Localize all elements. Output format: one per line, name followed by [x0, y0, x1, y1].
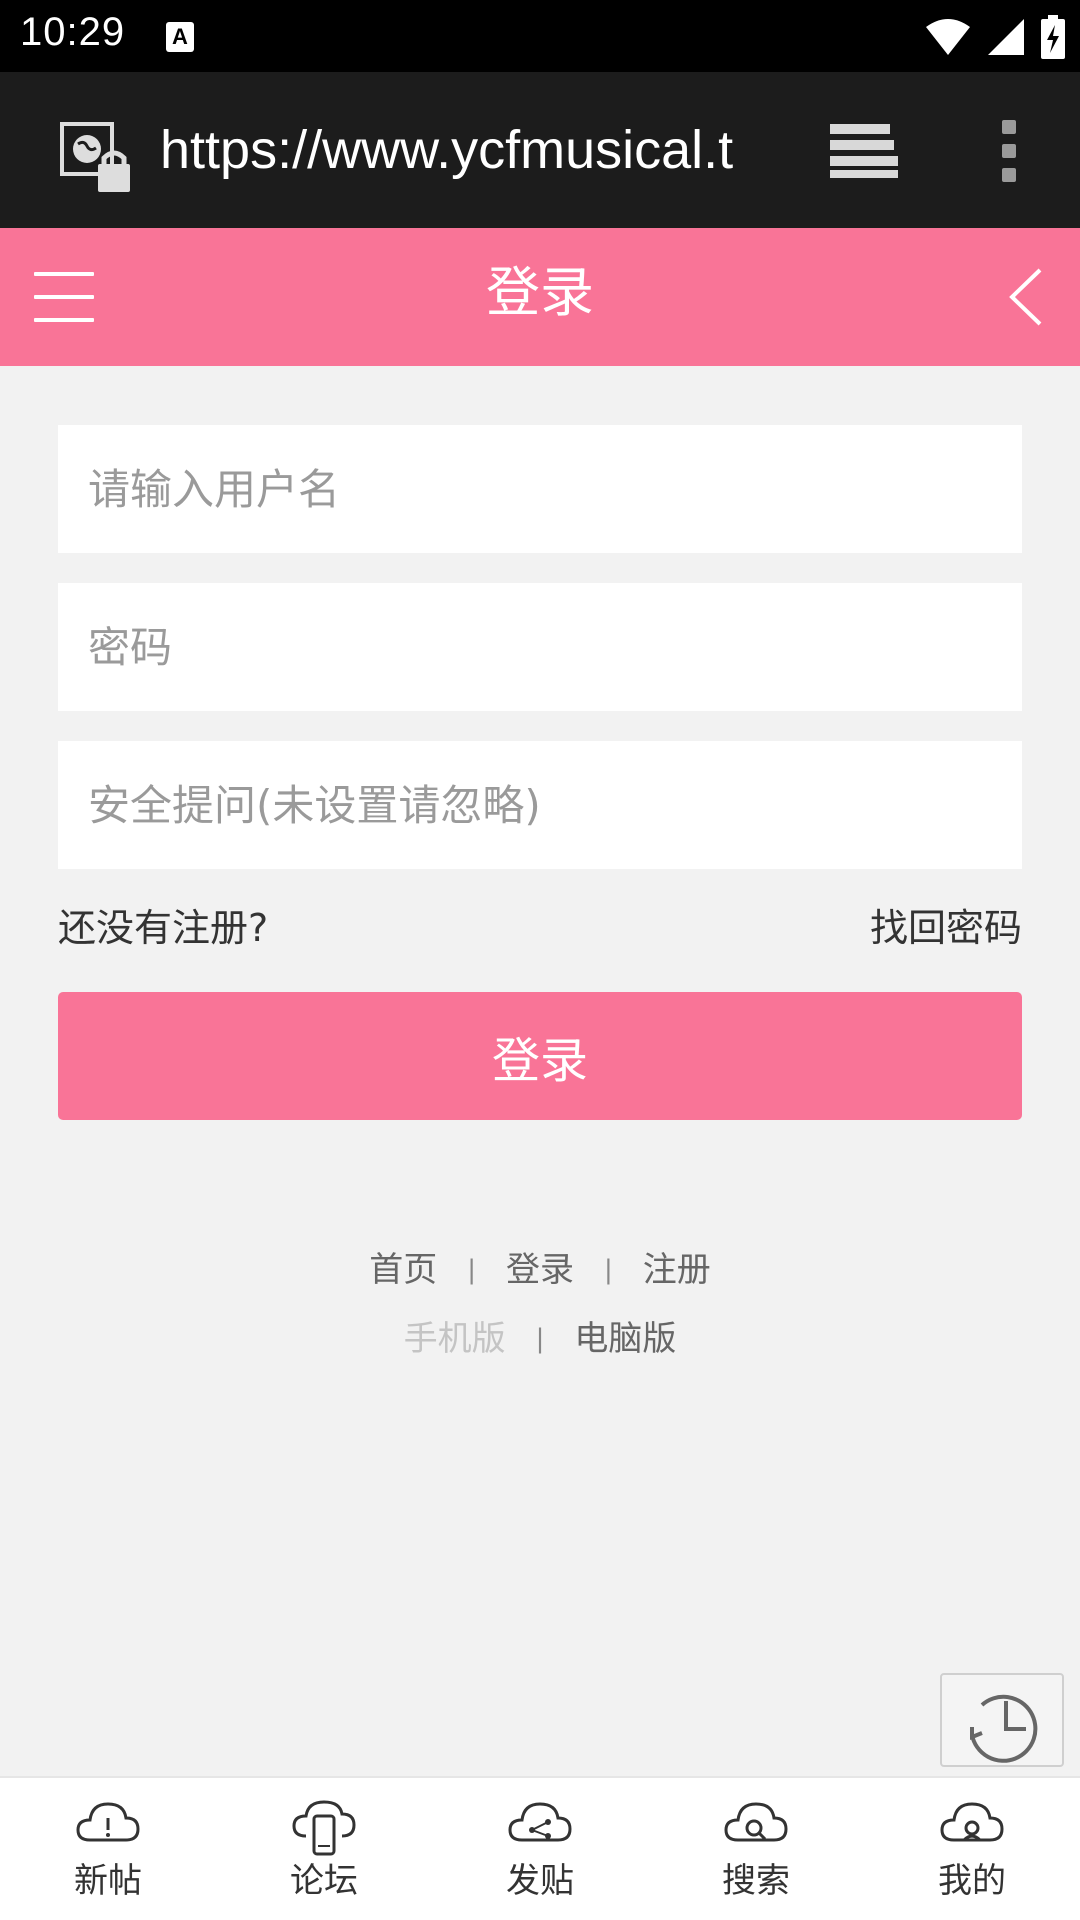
nav-label: 我的 [938, 1861, 1006, 1901]
nav-label: 新帖 [74, 1861, 142, 1901]
cloud-phone-icon [292, 1800, 356, 1856]
footer-link-mobile: 手机版 [403, 1319, 506, 1359]
cloud-alert-icon [76, 1802, 140, 1842]
footer-separator: | [604, 1255, 613, 1285]
cloud-user-icon [940, 1802, 1004, 1842]
cellular-signal-icon [988, 19, 1024, 55]
browser-toolbar: https://www.ycfmusical.t [0, 72, 1080, 228]
back-chevron-icon[interactable] [1006, 266, 1046, 328]
page-title: 登录 [486, 261, 594, 324]
cloud-share-icon [508, 1802, 572, 1842]
footer-link-register[interactable]: 注册 [643, 1245, 711, 1295]
nav-item-post[interactable]: 发贴 [432, 1778, 648, 1920]
password-input[interactable] [58, 583, 1022, 711]
app-header: 登录 [0, 228, 1080, 366]
battery-icon [1041, 15, 1065, 59]
cloud-search-icon [724, 1802, 788, 1842]
nav-item-search[interactable]: 搜索 [648, 1778, 864, 1920]
notification-a-icon: A [166, 22, 194, 52]
tabs-switcher-icon[interactable] [826, 118, 900, 182]
nav-item-new-posts[interactable]: 新帖 [0, 1778, 216, 1920]
wifi-icon [926, 19, 970, 55]
footer-link-login[interactable]: 登录 [506, 1245, 574, 1295]
security-question-input[interactable] [58, 741, 1022, 869]
register-link[interactable]: 还没有注册? [58, 902, 268, 954]
bottom-navigation: 新帖 论坛 发贴 搜索 我的 [0, 1776, 1080, 1920]
site-security-lock-icon[interactable] [60, 122, 136, 196]
url-bar[interactable]: https://www.ycfmusical.t [160, 118, 764, 182]
footer-link-home[interactable]: 首页 [369, 1245, 437, 1295]
footer-separator: | [535, 1324, 545, 1354]
nav-label: 论坛 [290, 1861, 358, 1901]
username-input[interactable] [58, 425, 1022, 553]
login-button[interactable]: 登录 [58, 992, 1022, 1120]
nav-label: 发贴 [506, 1861, 574, 1901]
status-icons [924, 14, 1066, 60]
status-bar: 10:29 A [0, 0, 1080, 72]
nav-label: 搜索 [722, 1861, 790, 1901]
history-clock-icon [970, 1694, 1038, 1763]
footer-version-links: 手机版 | 电脑版 [0, 1314, 1080, 1364]
footer-links: 首页 | 登录 | 注册 [0, 1245, 1080, 1295]
hamburger-menu-icon[interactable] [34, 272, 94, 322]
nav-item-forum[interactable]: 论坛 [216, 1778, 432, 1920]
footer-link-desktop[interactable]: 电脑版 [574, 1314, 676, 1364]
forgot-password-link[interactable]: 找回密码 [870, 902, 1022, 954]
history-button[interactable] [940, 1673, 1064, 1767]
overflow-menu-icon[interactable] [994, 116, 1024, 186]
status-time: 10:29 [20, 10, 126, 54]
nav-item-me[interactable]: 我的 [864, 1778, 1080, 1920]
footer-separator: | [467, 1255, 476, 1285]
